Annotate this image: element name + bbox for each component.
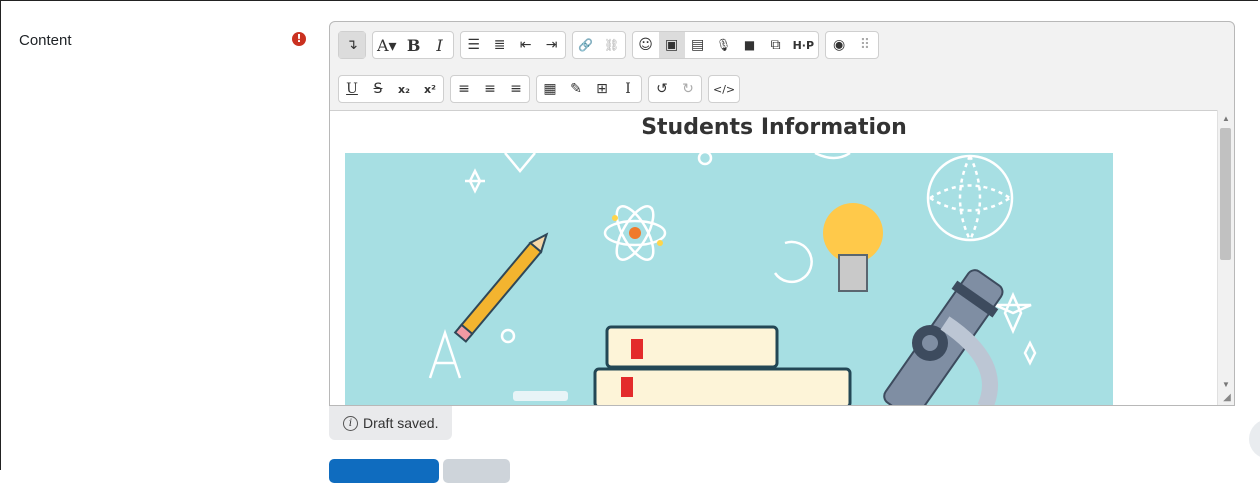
toolbar-group-collapse: ↴ [338,31,366,59]
editor-toolbar-row2: U S x₂ x² ≡ ≡ ≡ ▦ ✎ ⊞ I ↺ ↻ </> [338,75,741,103]
equation-editor-icon[interactable]: ▦ [537,76,563,102]
ordered-list-icon[interactable]: ≣ [487,32,513,58]
required-icon: ! [292,32,306,46]
toolbar-group-list: ☰ ≣ ⇤ ⇥ [459,31,566,59]
subscript-icon[interactable]: x₂ [391,76,417,102]
italic-button[interactable]: I [427,32,453,58]
align-left-icon[interactable]: ≡ [451,76,477,102]
content-heading: Students Information [641,115,907,140]
html-icon[interactable]: </> [709,76,739,102]
editor-content-area[interactable]: Students Information [330,110,1234,405]
link-icon[interactable]: 🔗 [573,32,599,58]
resize-grip-icon[interactable]: ◢ [1220,391,1234,405]
superscript-icon[interactable]: x² [417,76,443,102]
edit-icon[interactable]: ✎ [563,76,589,102]
clear-formatting-icon[interactable]: I [615,76,641,102]
align-center-icon[interactable]: ≡ [477,76,503,102]
toolbar-group-files: ☺ ▣ ▤ 🎙 ■ ⧉ H·P [631,31,820,59]
bold-button[interactable]: B [401,32,427,58]
screenreader-helper-icon[interactable]: ⠿ [852,32,878,58]
editor-toolbar-row1: ↴ A▾ B I ☰ ≣ ⇤ ⇥ 🔗 ⛓ ☺ ▣ ▤ 🎙 ■ ⧉ H·P ◉ ⠿ [338,31,880,59]
scroll-down-arrow-icon[interactable]: ▼ [1218,378,1234,392]
video-camera-icon[interactable]: ■ [737,32,763,58]
font-style-button[interactable]: A▾ [373,32,401,58]
toolbar-group-links: 🔗 ⛓ [571,31,626,59]
redo-icon[interactable]: ↻ [675,76,701,102]
table-icon[interactable]: ⊞ [589,76,615,102]
strikethrough-icon[interactable]: S [365,76,391,102]
rich-text-editor[interactable]: ↴ A▾ B I ☰ ≣ ⇤ ⇥ 🔗 ⛓ ☺ ▣ ▤ 🎙 ■ ⧉ H·P ◉ ⠿ [329,21,1235,406]
draft-status-text: Draft saved. [363,415,439,431]
editor-scrollbar[interactable]: ▲ ▼ [1217,110,1234,405]
info-icon: i [343,415,358,431]
toolbar-group-format: U S x₂ x² [338,75,444,103]
emoji-icon[interactable]: ☺ [633,32,659,58]
scroll-thumb[interactable] [1220,128,1231,260]
toolbar-group-history: ↺ ↻ [648,75,702,103]
media-file-icon[interactable]: ▤ [685,32,711,58]
toolbar-group-style: A▾ B I [372,31,454,59]
save-button[interactable] [329,459,439,483]
align-right-icon[interactable]: ≡ [503,76,529,102]
content-field-label: Content [19,32,72,49]
indent-icon[interactable]: ⇥ [539,32,565,58]
scroll-up-arrow-icon[interactable]: ▲ [1218,112,1234,126]
accessibility-checker-icon[interactable]: ◉ [826,32,852,58]
h5p-icon[interactable]: H·P [789,32,818,58]
toolbar-group-align: ≡ ≡ ≡ [450,75,530,103]
undo-icon[interactable]: ↺ [649,76,675,102]
underline-icon[interactable]: U [339,76,365,102]
education-illustration-image [345,153,1113,405]
copy-icon[interactable]: ⧉ [763,32,789,58]
draft-status-bar: i Draft saved. [329,406,453,440]
unlink-icon[interactable]: ⛓ [599,32,625,58]
unordered-list-icon[interactable]: ☰ [461,32,487,58]
show-more-buttons-icon[interactable]: ↴ [339,32,365,58]
outdent-icon[interactable]: ⇤ [513,32,539,58]
toolbar-group-insert: ▦ ✎ ⊞ I [536,75,642,103]
toolbar-group-html: </> [708,75,741,103]
image-icon[interactable]: ▣ [658,32,685,58]
microphone-icon[interactable]: 🎙 [711,32,737,58]
toolbar-group-accessibility: ◉ ⠿ [825,31,880,59]
cancel-button[interactable] [443,459,510,483]
